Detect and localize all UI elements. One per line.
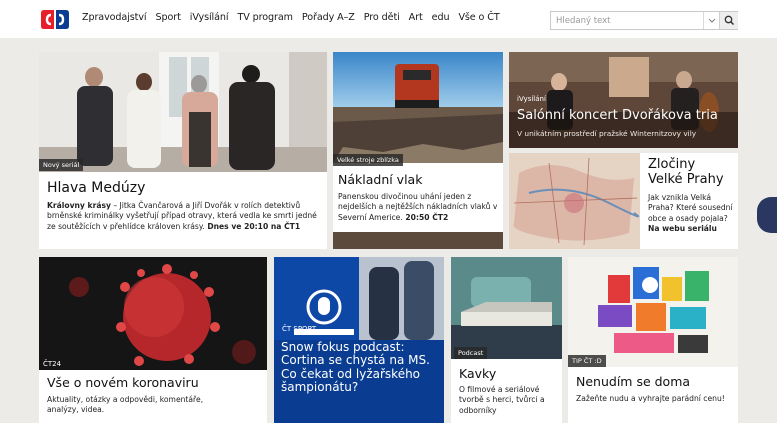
snow-fokus-tag: ČT SPORT — [282, 325, 317, 333]
search-box — [550, 11, 738, 30]
nenudim-image — [568, 257, 738, 367]
tile-zlociny-velke-prahy[interactable]: Zločiny Velké Prahy Jak vznikla Velká Pr… — [509, 153, 738, 249]
tile-kavky[interactable]: Podcast Kavky O filmové a seriálové tvor… — [451, 257, 562, 423]
nenudim-desc: Zažeňte nudu a vyhrajte parádní cenu! — [576, 394, 725, 403]
nav-vse-o-ct[interactable]: Vše o ČT — [458, 12, 499, 23]
nenudim-title[interactable]: Nenudím se doma — [576, 375, 690, 389]
nakladni-vlak-desc-time: 20:50 ČT2 — [402, 212, 449, 222]
nav-art[interactable]: Art — [409, 12, 423, 23]
tile-koronavirus[interactable]: ČT24 Vše o novém koronaviru Aktuality, o… — [39, 257, 267, 423]
salonni-koncert-tag: iVysílání — [517, 95, 546, 103]
nakladni-vlak-tag: Velké stroje zblízka — [333, 154, 403, 166]
kavky-tag: Podcast — [454, 347, 488, 359]
salonni-koncert-title[interactable]: Salónní koncert Dvořákova tria — [517, 108, 718, 124]
nakladni-vlak-image — [333, 52, 503, 163]
zlociny-title-line1: Zločiny — [648, 157, 696, 172]
koronavirus-tag: ČT24 — [43, 360, 62, 368]
hlava-meduzy-desc-bold[interactable]: Královny krásy — [47, 201, 111, 210]
nenudim-tag: TIP ČT :D — [568, 355, 606, 367]
main-nav: Zpravodajství Sport iVysílání TV program… — [82, 12, 509, 23]
nav-zpravodajstvi[interactable]: Zpravodajství — [82, 12, 147, 23]
zlociny-title-line2: Velké Prahy — [648, 171, 724, 187]
tile-hlava-meduzy[interactable]: Nový seriál Hlava Medúzy Královny krásy … — [39, 52, 327, 249]
search-button[interactable] — [719, 12, 738, 29]
snow-fokus-title[interactable]: Snow fokus podcast: Cortina se chystá na… — [281, 340, 441, 395]
tile-snow-fokus-podcast[interactable]: ČT SPORT Snow fokus podcast: Cortina se … — [274, 257, 444, 423]
zlociny-desc: Jak vznikla Velká Praha? Které sousední … — [648, 193, 736, 234]
kavky-title[interactable]: Kavky — [459, 367, 496, 381]
ct-logo-icon[interactable] — [40, 9, 70, 30]
side-badge[interactable] — [757, 197, 777, 233]
nav-sport[interactable]: Sport — [155, 12, 180, 23]
hlava-meduzy-title[interactable]: Hlava Medúzy — [47, 180, 145, 197]
chevron-down-icon — [708, 18, 716, 23]
hlava-meduzy-desc-time: Dnes ve 20:10 na ČT1 — [204, 221, 301, 231]
kavky-desc: O filmové a seriálové tvorbě s herci, tv… — [459, 385, 545, 415]
zlociny-desc-link[interactable]: Na webu seriálu — [648, 224, 717, 233]
nakladni-vlak-desc: Panenskou divočinou uhání jeden z nejdel… — [338, 192, 500, 223]
hlava-meduzy-image — [39, 52, 327, 172]
tile-salonni-koncert[interactable]: iVysílání Salónní koncert Dvořákova tria… — [509, 52, 738, 148]
salonni-koncert-desc: V unikátním prostředí pražské Winternitz… — [517, 129, 697, 138]
nakladni-vlak-bottom-image — [333, 232, 503, 249]
koronavirus-title[interactable]: Vše o novém koronaviru — [47, 376, 199, 390]
koronavirus-desc: Aktuality, otázky a odpovědi, komentáře,… — [47, 395, 204, 415]
zlociny-desc-text: Jak vznikla Velká Praha? Které sousední … — [648, 193, 733, 223]
nav-ivysilani[interactable]: iVysílání — [190, 12, 229, 23]
nav-edu[interactable]: edu — [432, 12, 450, 23]
kavky-image — [451, 257, 562, 359]
top-bar: Zpravodajství Sport iVysílání TV program… — [0, 0, 777, 38]
zlociny-title[interactable]: Zločiny Velké Prahy — [648, 157, 724, 187]
nav-tv-program[interactable]: TV program — [237, 12, 293, 23]
nav-pro-deti[interactable]: Pro děti — [364, 12, 400, 23]
hlava-meduzy-tag: Nový seriál — [39, 159, 84, 171]
zlociny-map-image — [509, 153, 640, 249]
koronavirus-image — [39, 257, 267, 370]
search-dropdown-button[interactable] — [703, 12, 719, 29]
tile-nakladni-vlak[interactable]: Velké stroje zblízka Nákladní vlak Panen… — [333, 52, 503, 249]
search-icon — [724, 15, 735, 26]
hlava-meduzy-desc: Královny krásy – Jitka Čvančarová a Jiří… — [47, 201, 319, 232]
nav-porady-a-z[interactable]: Pořady A–Z — [302, 12, 355, 23]
nakladni-vlak-title[interactable]: Nákladní vlak — [338, 173, 422, 187]
tile-nenudim-se-doma[interactable]: TIP ČT :D Nenudím se doma Zažeňte nudu a… — [568, 257, 738, 423]
search-input[interactable] — [551, 12, 701, 29]
